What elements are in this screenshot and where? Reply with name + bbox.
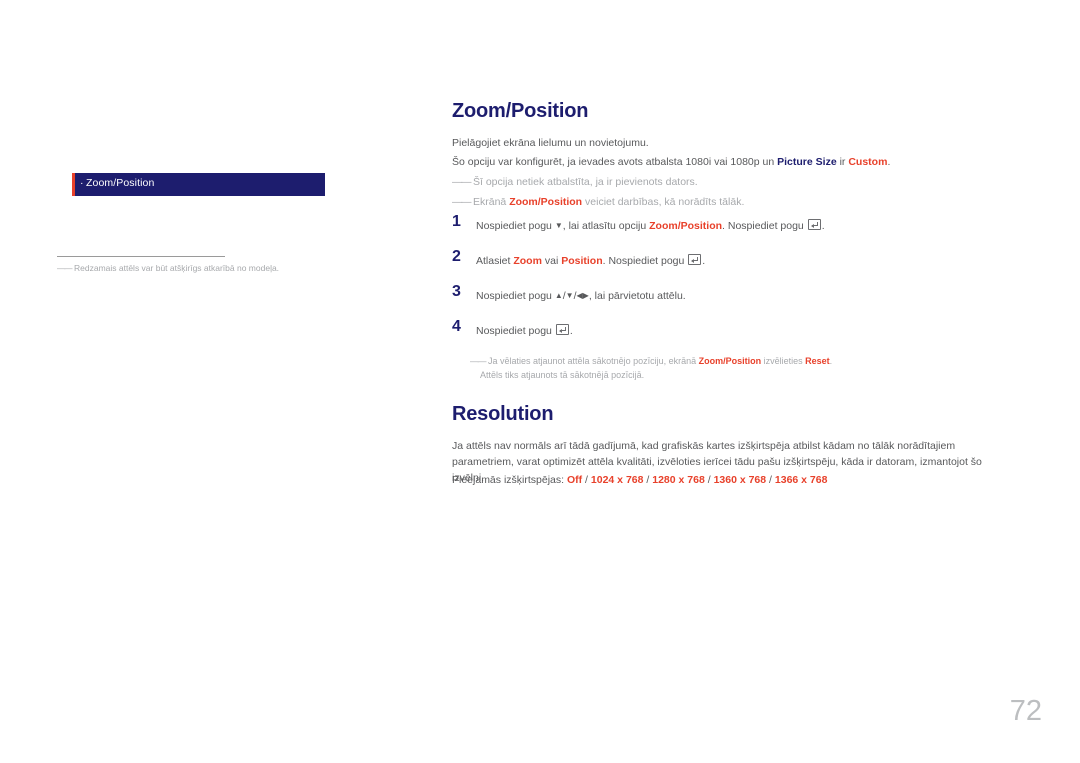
step-4-b: . [569,325,573,337]
zoom-intro-paragraph: Pielāgojiet ekrāna lielumu un novietojum… [452,137,649,149]
resolution-option: 1360 x 768 [713,474,767,486]
zoom-position-term: Zoom/Position [509,196,583,208]
step-3-text: Nospiediet pogu ▲/▼/◀▶, lai pārvietotu a… [476,290,686,302]
step-1: 1 Nospiediet pogu ▼, lai atlasītu opciju… [452,214,825,234]
dash-icon: ―― [452,176,472,188]
resolution-option-separator: / [704,474,714,486]
step-1-text: Nospiediet pogu ▼, lai atlasītu opciju Z… [476,218,825,234]
menu-bullet-icon: · [80,177,84,189]
zoom-condition-paragraph: Šo opciju var konfigurēt, ja ievades avo… [452,154,1012,170]
step-3: 3 Nospiediet pogu ▲/▼/◀▶, lai pārvietotu… [452,284,686,304]
enter-key-icon [807,219,821,230]
resolution-option-separator: / [766,474,775,486]
step-2: 2 Atlasiet Zoom vai Position. Nospiediet… [452,249,705,269]
step-4-number: 4 [452,318,461,335]
zoom-note-steps-a: Ekrānā [473,196,510,208]
step-3-b: , lai pārvietotu attēlu. [588,290,686,302]
step-2-f: . [702,255,706,267]
zoom-note-pc-text: Šī opcija netiek atbalstīta, ja ir pievi… [473,176,698,188]
divider-line [57,256,225,257]
step-1-d: . Nospiediet pogu [722,220,807,232]
left-footnote-text: Redzamais attēls var būt atšķirīgs atkar… [74,263,280,273]
zoom-term: Zoom [513,255,542,267]
zoom-note-steps-intro: ―― Ekrānā Zoom/Position veiciet darbības,… [452,194,1012,210]
resolution-options-line: Pieejamās izšķirtspējas: Off / 1024 x 76… [452,472,1012,488]
zoom-note-steps-c: veiciet darbības, kā norādīts tālāk. [582,196,745,208]
step-1-b: , lai atlasītu opciju [562,220,650,232]
step-1-a: Nospiediet pogu [476,220,555,232]
custom-term: Custom [848,156,888,168]
picture-size-term: Picture Size [777,156,837,168]
resolution-option: 1366 x 768 [774,474,828,486]
step-2-number: 2 [452,248,461,265]
zoom-condition-text-e: . [887,156,891,168]
dash-icon: ―― [452,196,472,208]
resolution-option-separator: / [643,474,653,486]
position-term: Position [561,255,603,267]
step-2-c: vai [541,255,562,267]
resolution-option: Off [566,474,583,486]
zoom-condition-text-a: Šo opciju var konfigurēt, ja ievades avo… [452,156,778,168]
step-1-e: . [821,220,825,232]
menu-item-label: Zoom/Position [86,177,155,189]
page-number: 72 [1009,695,1042,727]
resolution-option-separator: / [582,474,591,486]
resolution-option: 1024 x 768 [590,474,644,486]
step-1-number: 1 [452,213,461,230]
arrow-up-icon: ▲ [554,291,563,300]
step-2-a: Atlasiet [476,255,514,267]
left-illustration-column: · Zoom/Position ―― Redzamais attēls var b… [0,0,440,763]
arrow-down-icon: ▼ [565,291,574,300]
left-footnote: ―― Redzamais attēls var būt atšķirīgs atk… [57,262,437,275]
enter-key-icon [555,324,569,335]
reset-note-a: Ja vēlaties atjaunot attēla sākotnējo po… [488,356,699,366]
resolution-options-label: Pieejamās izšķirtspējas: [452,474,567,486]
enter-key-icon [688,254,702,265]
dash-icon: ―― [57,263,73,273]
reset-note-c: izvēlieties [761,356,806,366]
step-3-a: Nospiediet pogu [476,290,555,302]
page-title-zoom-position: Zoom/Position [452,100,589,122]
step-3-number: 3 [452,283,461,300]
arrow-down-icon: ▼ [554,221,563,230]
reset-note-zoom-position-term: Zoom/Position [698,356,762,366]
reset-term: Reset [805,356,830,366]
step-4-text: Nospiediet pogu . [476,323,573,339]
step-4-a: Nospiediet pogu [476,325,555,337]
reset-note-line2: Attēls tiks atjaunots tā sākotnējā pozīc… [480,370,645,380]
zoom-condition-text-c: ir [836,156,849,168]
zoom-note-pc: ―― Šī opcija netiek atbalstīta, ja ir pie… [452,174,1012,190]
dash-icon: ―― [470,356,487,366]
step-2-text: Atlasiet Zoom vai Position. Nospiediet p… [476,253,705,269]
step-4: 4 Nospiediet pogu . [452,319,573,339]
reset-note-e: . [829,356,833,366]
resolution-options-values: Off / 1024 x 768 / 1280 x 768 / 1360 x 7… [567,474,827,486]
step-1-zoom-position-term: Zoom/Position [649,220,723,232]
page-title-resolution: Resolution [452,403,554,425]
step-2-e: . Nospiediet pogu [602,255,688,267]
resolution-option: 1280 x 768 [652,474,705,486]
osd-menu-item-zoom-position[interactable]: · Zoom/Position [72,173,325,196]
zoom-reset-note: ―― Ja vēlaties atjaunot attēla sākotnējo … [470,354,1030,382]
